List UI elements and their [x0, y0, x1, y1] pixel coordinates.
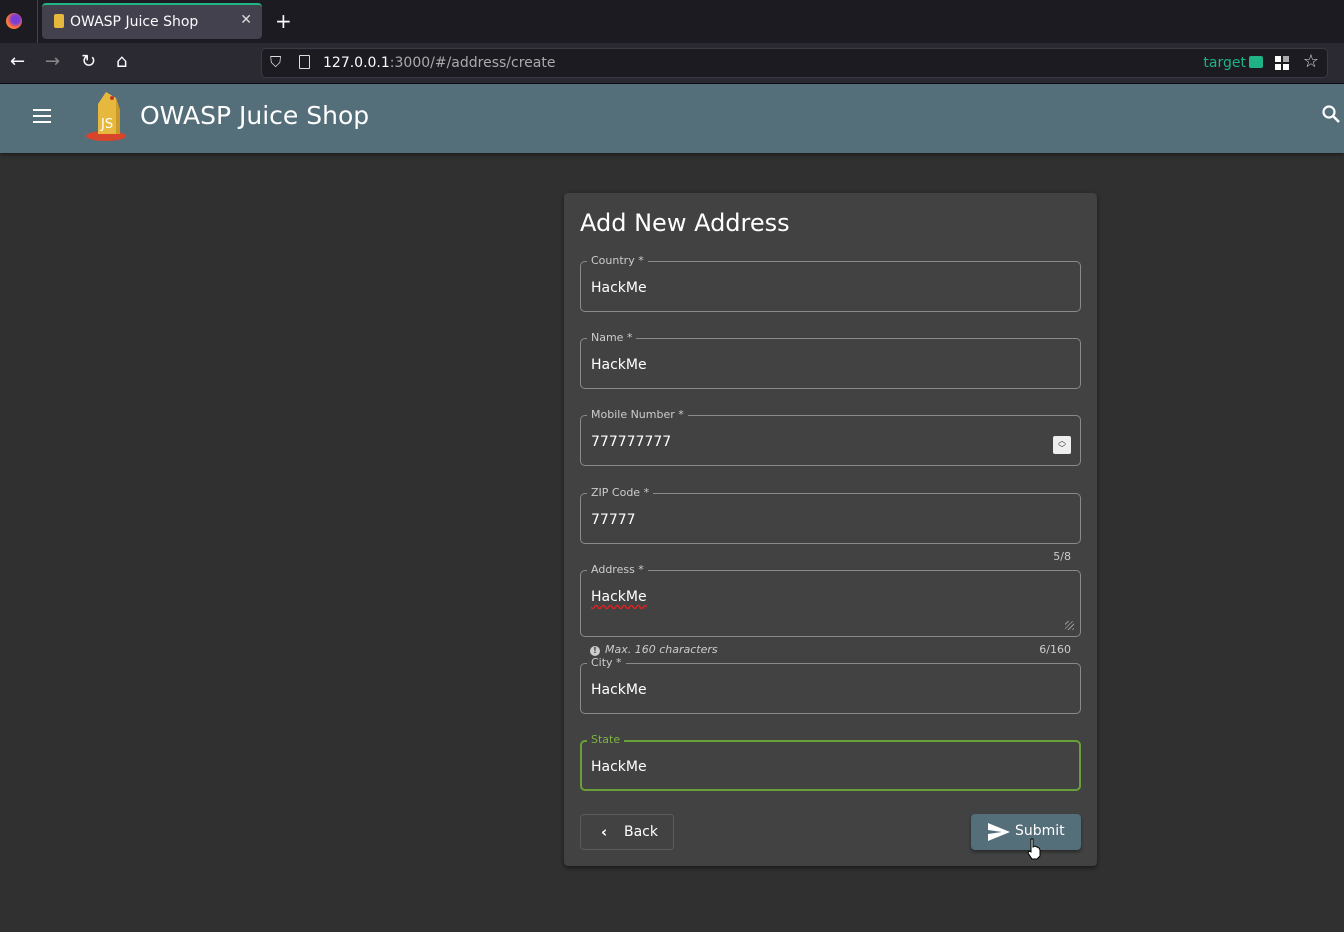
state-field[interactable]: State HackMe [580, 733, 1081, 791]
address-textarea[interactable]: HackMe [591, 589, 647, 605]
name-input[interactable]: HackMe [591, 357, 647, 373]
chevron-left-icon: ‹ [601, 823, 608, 841]
mobile-number-input[interactable]: 777777777 [591, 434, 671, 450]
forward-arrow-icon[interactable]: → [45, 51, 60, 72]
city-field[interactable]: City * HackMe [580, 656, 1081, 714]
address-hint-text: Max. 160 characters [605, 643, 718, 656]
zip-code-label: ZIP Code * [587, 486, 654, 499]
close-tab-icon[interactable]: ✕ [240, 12, 252, 28]
shield-icon[interactable]: ⛉ [270, 53, 281, 71]
home-icon[interactable]: ⌂ [116, 51, 127, 72]
resize-handle[interactable] [1065, 621, 1074, 630]
url-text[interactable]: 127.0.0.1:3000/#/address/create [323, 55, 555, 71]
send-icon [988, 823, 1010, 841]
address-label: Address * [587, 563, 648, 576]
container-label: target [1203, 55, 1246, 71]
back-button[interactable]: ‹ Back [580, 814, 674, 850]
country-label: Country * [587, 254, 648, 267]
extensions-grid-icon[interactable] [1275, 56, 1289, 70]
new-tab-button[interactable]: + [275, 9, 292, 33]
container-tab-indicator[interactable]: target [1203, 55, 1263, 71]
info-icon: ! [590, 646, 600, 656]
state-input[interactable]: HackMe [591, 759, 647, 775]
address-field[interactable]: Address * HackMe [580, 563, 1081, 637]
browser-nav-bar: ← → ↻ ⌂ ⛉ 127.0.0.1:3000/#/address/creat… [0, 43, 1344, 84]
hamburger-menu-icon[interactable] [33, 109, 51, 123]
mobile-number-label: Mobile Number * [587, 408, 688, 421]
number-spinner-icon[interactable]: ︿ ﹀ [1053, 436, 1071, 454]
country-input[interactable]: HackMe [591, 280, 647, 296]
url-path: :3000/#/address/create [389, 55, 556, 71]
submit-button[interactable]: Submit [971, 814, 1081, 850]
back-label: Back [624, 824, 658, 840]
page-icon [299, 55, 310, 69]
city-input[interactable]: HackMe [591, 682, 647, 698]
svg-text:JS: JS [100, 117, 113, 132]
country-field[interactable]: Country * HackMe [580, 254, 1081, 312]
zip-code-field[interactable]: ZIP Code * 77777 [580, 486, 1081, 544]
browser-tab-bar: OWASP Juice Shop ✕ + [0, 0, 1344, 43]
zip-code-input[interactable]: 77777 [591, 512, 636, 528]
browser-tab[interactable]: OWASP Juice Shop ✕ [42, 3, 262, 39]
name-field[interactable]: Name * HackMe [580, 331, 1081, 389]
bookmark-star-icon[interactable]: ☆ [1303, 51, 1319, 72]
city-label: City * [587, 656, 626, 669]
hand-cursor-icon [1027, 838, 1041, 860]
address-counter: 6/160 [1039, 643, 1071, 656]
app-title[interactable]: OWASP Juice Shop [140, 101, 369, 130]
firefox-icon[interactable] [6, 13, 22, 29]
url-host: 127.0.0.1 [323, 55, 390, 71]
address-bar[interactable]: ⛉ 127.0.0.1:3000/#/address/create target… [261, 48, 1328, 78]
divider [37, 0, 38, 43]
page-title: Add New Address [580, 209, 790, 237]
back-arrow-icon[interactable]: ← [10, 51, 25, 72]
submit-label: Submit [1015, 823, 1065, 839]
app-toolbar: JS OWASP Juice Shop [0, 84, 1344, 153]
search-icon[interactable] [1322, 104, 1340, 126]
address-hint: ! Max. 160 characters [590, 643, 718, 656]
zip-code-counter: 5/8 [1053, 550, 1071, 563]
briefcase-icon [1249, 56, 1263, 68]
state-label: State [587, 733, 625, 746]
add-address-card: Add New Address Country * HackMe Name * … [564, 193, 1097, 866]
name-label: Name * [587, 331, 637, 344]
juice-shop-logo[interactable]: JS [84, 90, 132, 142]
reload-icon[interactable]: ↻ [81, 51, 96, 72]
tab-title: OWASP Juice Shop [70, 14, 199, 30]
mobile-number-field[interactable]: Mobile Number * 777777777 ︿ ﹀ [580, 408, 1081, 466]
juice-shop-favicon [54, 14, 64, 28]
